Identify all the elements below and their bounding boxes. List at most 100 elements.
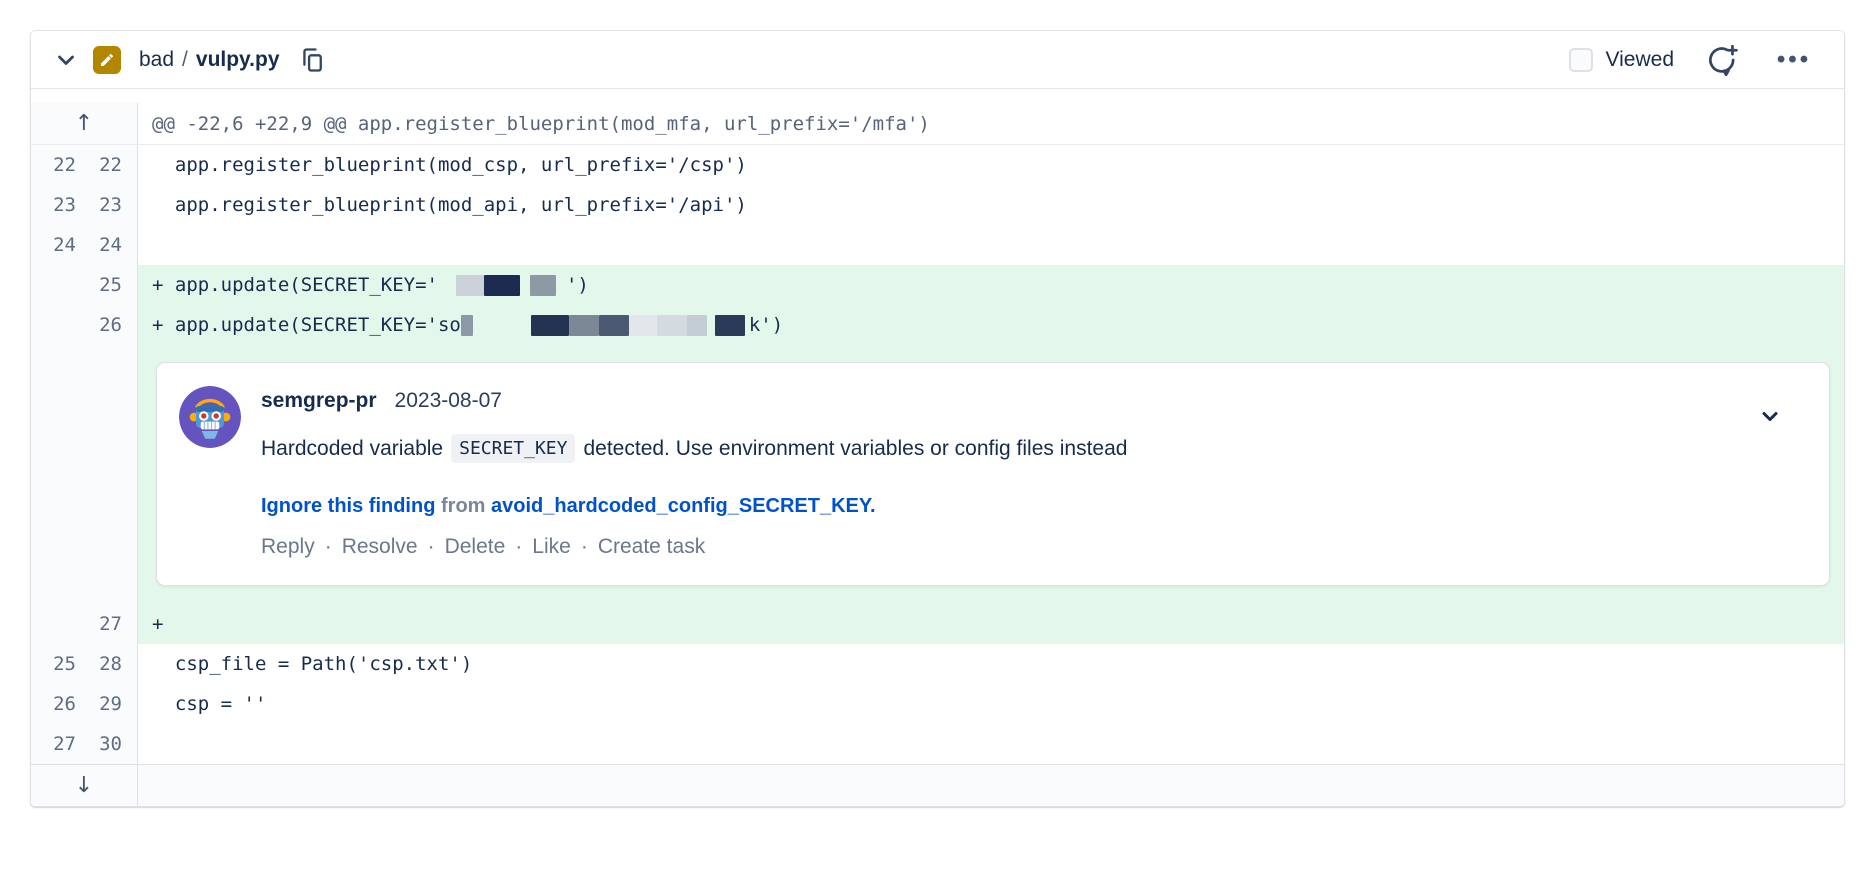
action-separator: · xyxy=(428,535,435,558)
code-line-redacted[interactable]: + app.update(SECRET_KEY=' ') xyxy=(138,265,1844,305)
diff-row-added: 25 + app.update(SECRET_KEY=' ') xyxy=(31,265,1844,305)
new-line-number[interactable]: 23 xyxy=(80,194,122,216)
comment-body-suffix: detected. Use environment variables or c… xyxy=(583,437,1127,461)
old-line-number[interactable]: 27 xyxy=(34,733,76,755)
comment-actions: Reply · Resolve · Delete · Like · Create task xyxy=(261,535,1127,559)
diff-row-context: 24 24 xyxy=(31,225,1844,265)
create-task-action[interactable]: Create task xyxy=(598,535,705,558)
redacted-gap xyxy=(520,275,530,296)
ignore-finding-link[interactable]: Ignore this finding xyxy=(261,495,435,517)
redacted-secret-block xyxy=(456,275,484,296)
delete-action[interactable]: Delete xyxy=(445,535,506,558)
file-header-left: bad / vulpy.py xyxy=(51,44,1569,76)
hunk-header-text: @@ -22,6 +22,9 @@ app.register_blueprint… xyxy=(138,103,1844,144)
collapse-file-chevron-icon[interactable] xyxy=(51,45,81,75)
hunk-header-row: ↑ @@ -22,6 +22,9 @@ app.register_bluepri… xyxy=(31,103,1844,145)
expand-down-icon[interactable]: ↓ xyxy=(75,773,93,798)
breadcrumb: bad / vulpy.py xyxy=(139,48,280,72)
comment-code-chip: SECRET_KEY xyxy=(451,434,575,463)
ignore-middle-text: from xyxy=(441,495,485,517)
diff-body: ↑ @@ -22,6 +22,9 @@ app.register_bluepri… xyxy=(31,89,1844,806)
comment-content: semgrep-pr 2023-08-07 Hardcoded variable… xyxy=(261,386,1127,559)
comment-card: semgrep-pr 2023-08-07 Hardcoded variable… xyxy=(156,362,1830,586)
code-line[interactable]: csp = '' xyxy=(138,684,1844,724)
diff-row-context: 26 29 csp = '' xyxy=(31,684,1844,724)
code-line[interactable]: csp_file = Path('csp.txt') xyxy=(138,644,1844,684)
redacted-gap xyxy=(438,275,456,296)
file-diff-card: bad / vulpy.py Viewed xyxy=(30,30,1845,807)
diff-row-added: 27 + xyxy=(31,604,1844,644)
new-line-number[interactable]: 27 xyxy=(80,613,122,635)
redacted-secret-block xyxy=(531,315,569,336)
code-text: + app.update(SECRET_KEY=' xyxy=(152,274,438,296)
diff-file-header: bad / vulpy.py Viewed xyxy=(31,31,1844,89)
new-line-number[interactable]: 26 xyxy=(80,314,122,336)
comment-ignore-line: Ignore this finding from avoid_hardcoded… xyxy=(261,495,1127,518)
redacted-secret-block xyxy=(657,315,687,336)
comment-date: 2023-08-07 xyxy=(395,389,502,413)
code-text: k') xyxy=(749,314,783,336)
avatar xyxy=(179,386,241,448)
diff-footer-row: ↓ xyxy=(31,764,1844,806)
like-action[interactable]: Like xyxy=(532,535,571,558)
comment-author[interactable]: semgrep-pr xyxy=(261,389,377,413)
comment-meta: semgrep-pr 2023-08-07 xyxy=(261,389,1127,413)
code-text: ') xyxy=(566,274,589,296)
redacted-secret-block xyxy=(484,275,520,296)
code-line[interactable]: + xyxy=(138,604,1844,644)
redacted-secret-block xyxy=(629,315,657,336)
new-line-number[interactable]: 25 xyxy=(80,274,122,296)
rule-link[interactable]: avoid_hardcoded_config_SECRET_KEY xyxy=(491,495,870,517)
comment-area: semgrep-pr 2023-08-07 Hardcoded variable… xyxy=(138,345,1844,604)
action-separator: · xyxy=(325,535,332,558)
new-line-number[interactable]: 24 xyxy=(80,234,122,256)
new-line-number[interactable]: 22 xyxy=(80,154,122,176)
hunk-gutter: ↑ xyxy=(31,103,138,144)
add-comment-icon[interactable] xyxy=(1704,43,1740,77)
redacted-secret-block xyxy=(599,315,629,336)
old-line-number[interactable]: 22 xyxy=(34,154,76,176)
redacted-gap xyxy=(556,275,566,296)
comment-body-prefix: Hardcoded variable xyxy=(261,437,443,461)
collapse-comment-chevron-icon[interactable] xyxy=(1757,403,1783,429)
diff-row-context: 27 30 xyxy=(31,724,1844,764)
old-line-number[interactable]: 26 xyxy=(34,693,76,715)
file-name: vulpy.py xyxy=(196,48,280,72)
old-line-number[interactable]: 25 xyxy=(34,653,76,675)
redacted-secret-block xyxy=(530,275,556,296)
breadcrumb-separator: / xyxy=(182,48,188,72)
expand-up-icon[interactable]: ↑ xyxy=(75,111,93,136)
diff-row-context: 22 22 app.register_blueprint(mod_csp, ur… xyxy=(31,145,1844,185)
code-line[interactable] xyxy=(138,225,1844,265)
code-line[interactable]: app.register_blueprint(mod_csp, url_pref… xyxy=(138,145,1844,185)
new-line-number[interactable]: 28 xyxy=(80,653,122,675)
resolve-action[interactable]: Resolve xyxy=(342,535,418,558)
redacted-gap xyxy=(707,315,715,336)
diff-row-context: 25 28 csp_file = Path('csp.txt') xyxy=(31,644,1844,684)
viewed-control: Viewed xyxy=(1569,48,1675,72)
reply-action[interactable]: Reply xyxy=(261,535,315,558)
viewed-checkbox[interactable] xyxy=(1569,48,1593,72)
breadcrumb-directory: bad xyxy=(139,48,174,72)
diff-row-added: 26 + app.update(SECRET_KEY='so k') xyxy=(31,305,1844,345)
redacted-secret-block xyxy=(461,315,473,336)
diff-row-context: 23 23 app.register_blueprint(mod_api, ur… xyxy=(31,185,1844,225)
old-line-number[interactable]: 23 xyxy=(34,194,76,216)
inline-comment-block: semgrep-pr 2023-08-07 Hardcoded variable… xyxy=(31,345,1844,604)
more-options-icon[interactable]: ••• xyxy=(1772,45,1816,75)
action-separator: · xyxy=(515,535,522,558)
old-line-number[interactable]: 24 xyxy=(34,234,76,256)
copy-file-path-icon[interactable] xyxy=(296,44,328,76)
footer-gutter: ↓ xyxy=(31,765,138,806)
action-separator: · xyxy=(581,535,588,558)
file-header-actions: Viewed ••• xyxy=(1569,43,1817,77)
new-line-number[interactable]: 29 xyxy=(80,693,122,715)
code-line[interactable] xyxy=(138,724,1844,764)
redacted-secret-block xyxy=(715,315,745,336)
new-line-number[interactable]: 30 xyxy=(80,733,122,755)
code-text: + app.update(SECRET_KEY='so xyxy=(152,314,461,336)
redacted-gap xyxy=(473,315,531,336)
code-line-redacted[interactable]: + app.update(SECRET_KEY='so k') xyxy=(138,305,1844,345)
comment-body: Hardcoded variable SECRET_KEY detected. … xyxy=(261,434,1127,463)
code-line[interactable]: app.register_blueprint(mod_api, url_pref… xyxy=(138,185,1844,225)
